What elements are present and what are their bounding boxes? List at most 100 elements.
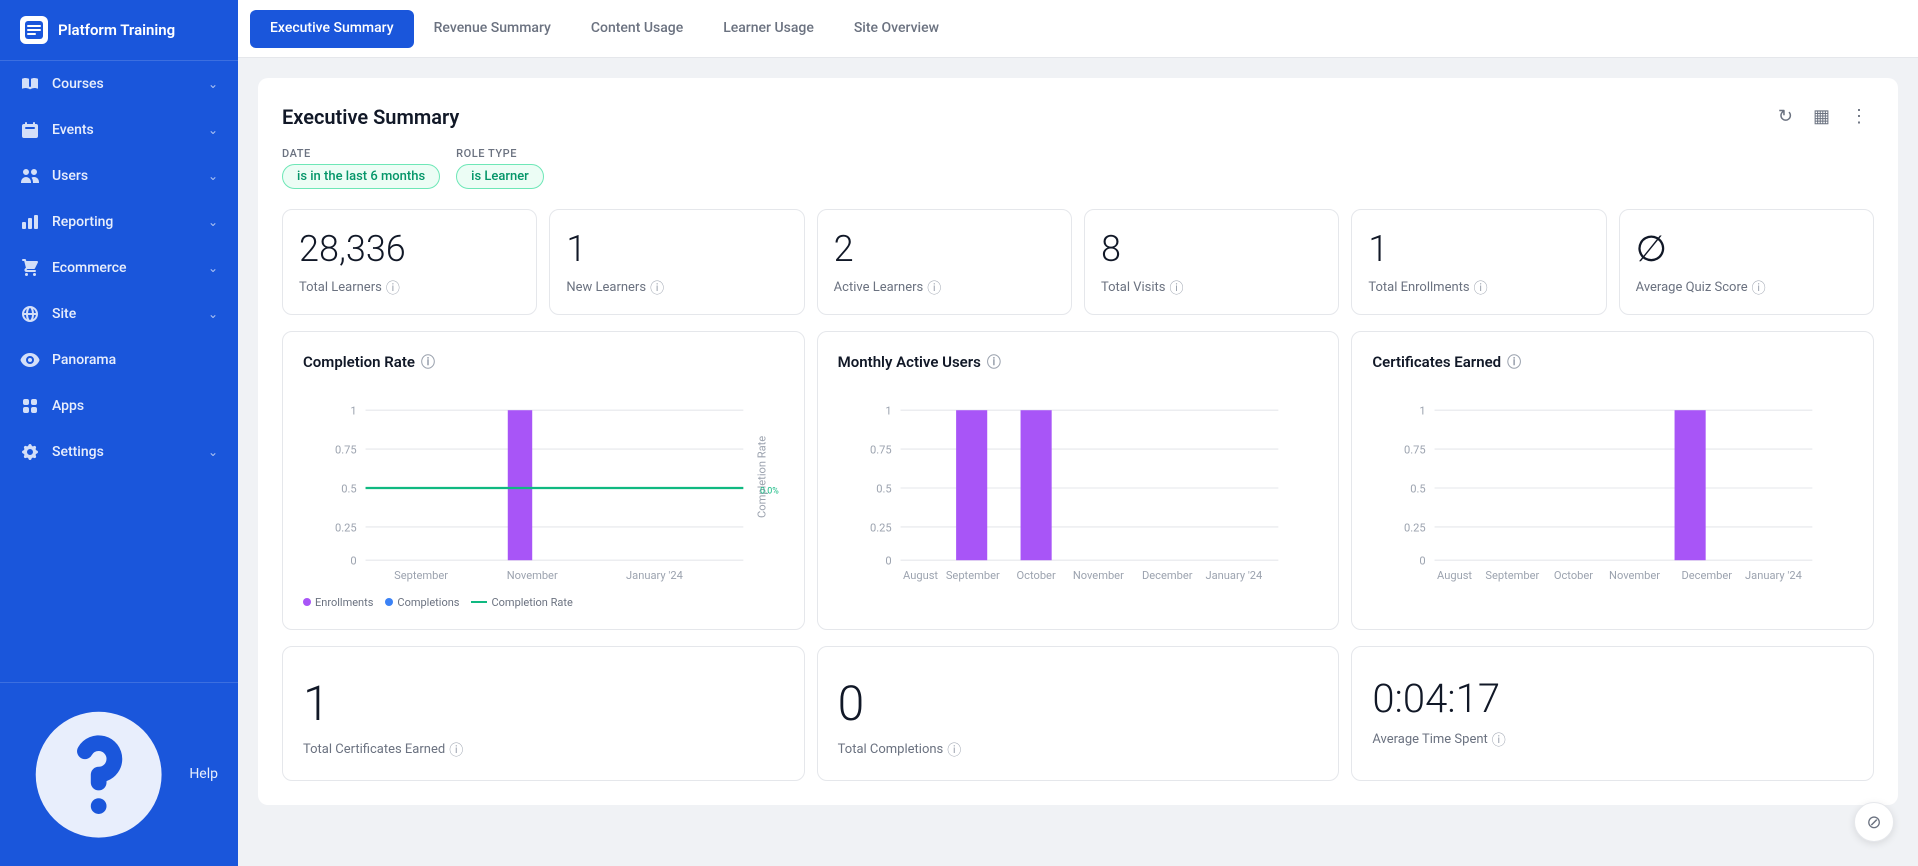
sidebar-item-site-label: Site: [52, 306, 76, 322]
svg-text:October: October: [1554, 569, 1593, 582]
filter-button[interactable]: ▦: [1807, 102, 1836, 131]
summary-header: Executive Summary ↻ ▦ ⋮: [282, 102, 1874, 131]
globe-icon: [20, 304, 40, 324]
svg-text:December: December: [1682, 569, 1733, 582]
total-completions-label: Total Completions ⓘ: [838, 740, 962, 760]
svg-text:September: September: [394, 569, 448, 582]
tab-bar: Executive Summary Revenue Summary Conten…: [238, 0, 1918, 58]
stat-avg-quiz-score: ∅ Average Quiz Score ⓘ: [1619, 209, 1874, 315]
monthly-active-users-chart: Monthly Active Users ⓘ 1: [817, 331, 1340, 630]
tab-revenue-summary[interactable]: Revenue Summary: [414, 2, 571, 56]
sidebar-item-help[interactable]: Help: [0, 682, 238, 866]
info-icon[interactable]: ⓘ: [1170, 278, 1184, 298]
legend-dot-completions: [385, 598, 393, 606]
svg-text:0.5: 0.5: [1411, 482, 1426, 495]
svg-text:0: 0: [885, 554, 891, 567]
sidebar-item-reporting[interactable]: Reporting ⌄: [0, 199, 238, 245]
svg-text:January '24: January '24: [1205, 569, 1262, 582]
shopping-cart-icon: [20, 258, 40, 278]
date-filter-chip[interactable]: is in the last 6 months: [282, 164, 440, 189]
sidebar-item-events-label: Events: [52, 122, 94, 138]
chevron-down-icon: ⌄: [208, 169, 218, 183]
certificates-earned-title: Certificates Earned ⓘ: [1372, 352, 1853, 372]
role-filter-chip[interactable]: is Learner: [456, 164, 544, 189]
stat-active-learners: 2 Active Learners ⓘ: [817, 209, 1072, 315]
book-icon: [20, 74, 40, 94]
info-icon[interactable]: ⓘ: [987, 352, 1001, 372]
avg-time-spent-label: Average Time Spent ⓘ: [1372, 730, 1505, 750]
svg-text:1: 1: [885, 404, 891, 417]
sidebar-item-panorama[interactable]: Panorama: [0, 337, 238, 383]
completion-rate-chart-area: 1 0.75 0.5 0.25 0 September November: [303, 388, 784, 588]
monthly-active-users-title: Monthly Active Users ⓘ: [838, 352, 1319, 372]
info-icon[interactable]: ⓘ: [1474, 278, 1488, 298]
certificates-earned-svg: 1 0.75 0.5 0.25 0 August September Octob…: [1372, 388, 1853, 588]
calendar-icon: [20, 120, 40, 140]
info-icon[interactable]: ⓘ: [1752, 278, 1766, 298]
svg-text:September: September: [1486, 569, 1540, 582]
total-learners-label: Total Learners ⓘ: [299, 278, 400, 298]
total-certificates-value: 1: [303, 675, 330, 732]
info-icon[interactable]: ⓘ: [1507, 352, 1521, 372]
sidebar-item-reporting-label: Reporting: [52, 214, 113, 230]
sidebar-item-users-label: Users: [52, 168, 88, 184]
stat-total-enrollments: 1 Total Enrollments ⓘ: [1351, 209, 1606, 315]
info-icon[interactable]: ⓘ: [449, 740, 463, 760]
sidebar-item-apps[interactable]: Apps: [0, 383, 238, 429]
sidebar-item-settings[interactable]: Settings ⌄: [0, 429, 238, 475]
tab-learner-usage[interactable]: Learner Usage: [703, 2, 834, 56]
fab-button[interactable]: ⊘: [1854, 802, 1894, 842]
svg-text:0.75: 0.75: [1404, 443, 1426, 456]
info-icon[interactable]: ⓘ: [927, 278, 941, 298]
total-certificates-label: Total Certificates Earned ⓘ: [303, 740, 463, 760]
tab-site-overview[interactable]: Site Overview: [834, 2, 959, 56]
page-title: Executive Summary: [282, 105, 459, 129]
legend-enrollments: Enrollments: [303, 596, 373, 609]
certificates-earned-chart-area: 1 0.75 0.5 0.25 0 August September Octob…: [1372, 388, 1853, 588]
sidebar-header: Platform Training: [0, 0, 238, 61]
tab-content-usage[interactable]: Content Usage: [571, 2, 703, 56]
info-icon[interactable]: ⓘ: [421, 352, 435, 372]
svg-text:August: August: [1437, 569, 1472, 582]
sidebar-item-courses[interactable]: Courses ⌄: [0, 61, 238, 107]
content-area: Executive Summary ↻ ▦ ⋮ Date is in the l…: [238, 58, 1918, 866]
total-visits-value: 8: [1101, 230, 1121, 270]
total-completions-value: 0: [838, 675, 865, 732]
svg-text:November: November: [1072, 569, 1123, 582]
info-icon[interactable]: ⓘ: [1492, 730, 1506, 750]
sidebar-item-ecommerce[interactable]: Ecommerce ⌄: [0, 245, 238, 291]
chevron-down-icon: ⌄: [208, 215, 218, 229]
new-learners-value: 1: [566, 230, 586, 270]
sidebar: Platform Training Courses ⌄ Events ⌄ Use…: [0, 0, 238, 866]
info-icon[interactable]: ⓘ: [947, 740, 961, 760]
bottom-stats-grid: 1 Total Certificates Earned ⓘ 0 Total Co…: [282, 646, 1874, 781]
bottom-stat-time-spent: 0:04:17 Average Time Spent ⓘ: [1351, 646, 1874, 781]
filters-row: Date is in the last 6 months Role Type i…: [282, 147, 1874, 189]
role-filter-label: Role Type: [456, 147, 544, 160]
tab-executive-summary[interactable]: Executive Summary: [250, 10, 414, 48]
bottom-stat-certificates: 1 Total Certificates Earned ⓘ: [282, 646, 805, 781]
refresh-button[interactable]: ↻: [1772, 102, 1799, 131]
settings-icon: [20, 442, 40, 462]
svg-text:0.25: 0.25: [1404, 521, 1426, 534]
svg-text:January '24: January '24: [1745, 569, 1802, 582]
avg-time-spent-value: 0:04:17: [1372, 675, 1500, 722]
svg-text:Completion Rate: Completion Rate: [756, 435, 769, 517]
main-content: Executive Summary Revenue Summary Conten…: [238, 0, 1918, 866]
monthly-active-users-chart-area: 1 0.75 0.5 0.25 0 August September Octob…: [838, 388, 1319, 588]
sidebar-item-events[interactable]: Events ⌄: [0, 107, 238, 153]
info-icon[interactable]: ⓘ: [650, 278, 664, 298]
chevron-down-icon: ⌄: [208, 445, 218, 459]
total-visits-label: Total Visits ⓘ: [1101, 278, 1184, 298]
info-icon[interactable]: ⓘ: [386, 278, 400, 298]
more-button[interactable]: ⋮: [1844, 102, 1874, 131]
stats-grid: 28,336 Total Learners ⓘ 1 New Learners ⓘ…: [282, 209, 1874, 315]
sidebar-item-panorama-label: Panorama: [52, 352, 116, 368]
sidebar-item-site[interactable]: Site ⌄: [0, 291, 238, 337]
chevron-down-icon: ⌄: [208, 123, 218, 137]
sidebar-item-courses-label: Courses: [52, 76, 104, 92]
svg-text:0.25: 0.25: [870, 521, 892, 534]
sidebar-item-users[interactable]: Users ⌄: [0, 153, 238, 199]
chevron-down-icon: ⌄: [208, 307, 218, 321]
sidebar-help-label: Help: [189, 766, 218, 782]
